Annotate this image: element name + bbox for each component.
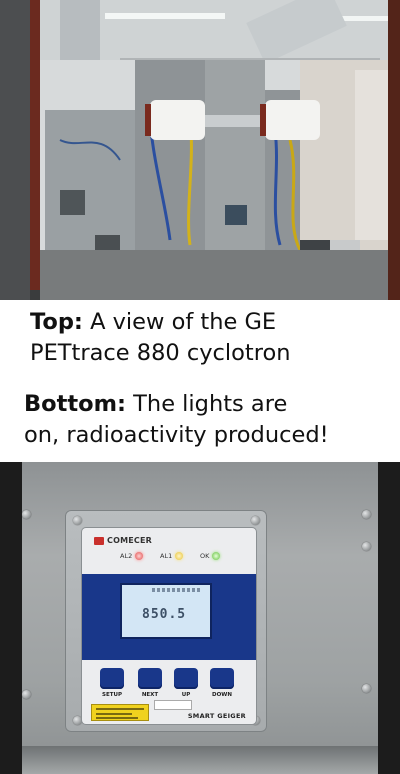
led-label: AL1 [160,552,173,560]
bottom-caption-line-1: Bottom: The lights are [24,389,400,420]
bottom-caption-line-2: on, radioactivity produced! [24,422,329,448]
bottom-caption-text: The lights are [126,391,288,417]
screw-icon [362,684,371,693]
down-label: DOWN [212,692,232,698]
top-caption-text: A view of the GE [82,309,277,335]
next-label: NEXT [141,692,159,698]
bottom-caption: Bottom: The lights are on, radioactivity… [0,389,400,451]
display-panel: 850.5 [82,574,256,660]
id-tag [154,700,192,710]
up-label: UP [181,692,191,698]
lcd-screen: 850.5 [120,583,212,639]
red-led-icon [135,552,144,560]
screw-icon [73,516,82,525]
cabinet-ledge [22,746,378,774]
up-button[interactable] [174,668,198,689]
top-caption-line-1: Top: A view of the GE [30,307,400,338]
brand-name: COMECER [107,536,152,545]
led-ok: OK [200,552,221,560]
calibration-sticker [91,704,149,721]
top-caption-label: Top: [30,309,83,335]
lcd-reading: 850.5 [142,607,187,622]
photo-left-border [0,462,22,774]
top-caption-line-2: PETtrace 880 cyclotron [30,340,291,366]
brand-logo: COMECER [94,536,152,545]
setup-button[interactable] [100,668,124,689]
smart-geiger-monitor: COMECER AL2 AL1 OK 850.5 SETUP NEXT UP D… [82,528,256,724]
model-name: SMART GEIGER [187,712,246,720]
screw-icon [22,510,31,519]
led-al1: AL1 [160,552,184,560]
screw-icon [22,690,31,699]
sticker-line [96,717,138,719]
cyclotron-photo-drawing [0,0,400,300]
page: Top: A view of the GE PETtrace 880 cyclo… [0,0,400,774]
bottom-caption-label: Bottom: [24,391,127,417]
screw-icon [73,716,82,725]
sticker-line [96,713,132,715]
signal-bar [152,588,202,592]
led-al2: AL2 [120,552,144,560]
sticker-line [96,708,144,710]
screw-icon [362,510,371,519]
green-led-icon [212,552,221,560]
next-button[interactable] [138,668,162,689]
setup-label: SETUP [102,692,122,698]
led-label: AL2 [120,552,133,560]
down-button[interactable] [210,668,234,689]
photo-right-border [378,462,400,774]
yellow-led-icon [175,552,184,560]
cyclotron-photo [0,0,400,300]
led-label: OK [200,552,210,560]
comecer-logo-icon [94,536,104,545]
geiger-photo: COMECER AL2 AL1 OK 850.5 SETUP NEXT UP D… [0,462,400,774]
screw-icon [251,516,260,525]
screw-icon [362,542,371,551]
top-caption: Top: A view of the GE PETtrace 880 cyclo… [0,307,400,369]
